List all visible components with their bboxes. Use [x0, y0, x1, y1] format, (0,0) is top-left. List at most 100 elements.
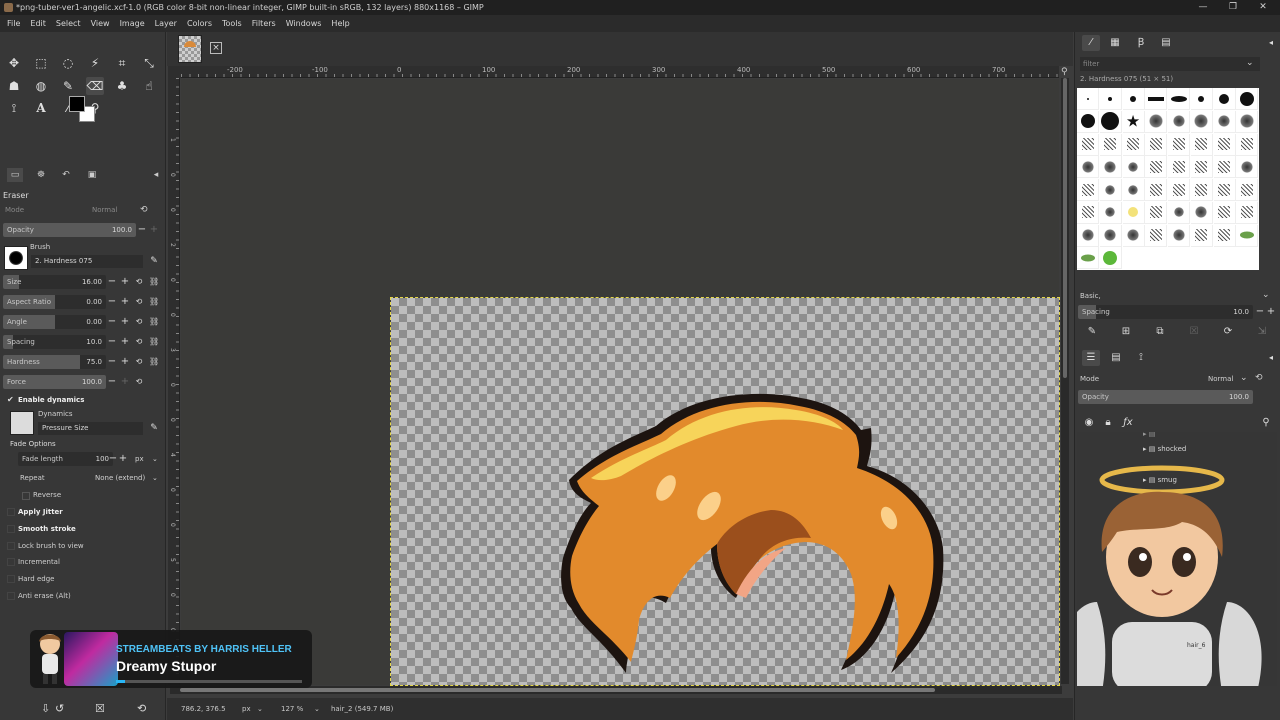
vertical-scrollbar[interactable]	[1061, 78, 1069, 684]
brush-swatch[interactable]	[1122, 133, 1145, 156]
channels-tab-icon[interactable]: ▤	[1107, 350, 1125, 366]
brush-swatch[interactable]	[1077, 201, 1099, 224]
brush-swatch[interactable]	[1099, 201, 1122, 224]
brush-name-field[interactable]: 2. Hardness 075	[31, 255, 143, 268]
brush-swatch[interactable]	[1122, 201, 1145, 224]
brush-swatch[interactable]	[1190, 156, 1213, 179]
size-reset-icon[interactable]: ⟲	[134, 275, 144, 289]
layer-row[interactable]: ▸ ▤ smug	[1143, 476, 1177, 484]
hardness-reset-icon[interactable]: ⟲	[134, 355, 144, 369]
image-tab-thumbnail[interactable]	[178, 35, 202, 63]
chevron-down-icon[interactable]: ⌄	[314, 698, 320, 720]
brush-swatch[interactable]	[1190, 224, 1213, 247]
aspect-increase-icon[interactable]: +	[120, 295, 130, 309]
brush-swatch[interactable]	[1145, 110, 1168, 133]
brush-swatch[interactable]	[1077, 133, 1099, 156]
brush-swatch[interactable]	[1122, 224, 1145, 247]
maximize-button[interactable]: ❐	[1218, 0, 1248, 15]
anti-erase-checkbox[interactable]	[7, 592, 15, 600]
smudge-icon[interactable]: ☝	[140, 77, 158, 95]
fade-decrease-icon[interactable]: −	[108, 452, 118, 466]
brush-swatch[interactable]	[1190, 110, 1213, 133]
brush-swatch[interactable]	[1190, 133, 1213, 156]
open-editor-icon[interactable]: ⇲	[1253, 324, 1271, 340]
dynamics-preview-icon[interactable]	[10, 411, 34, 435]
menu-tools[interactable]: Tools	[217, 15, 247, 32]
mode-select[interactable]: Normal	[92, 206, 117, 214]
increase-icon[interactable]: +	[149, 223, 159, 237]
patterns-tab-icon[interactable]: ▦	[1106, 35, 1124, 51]
smooth-stroke-checkbox[interactable]	[7, 525, 15, 533]
reverse-checkbox[interactable]	[22, 492, 30, 500]
brush-swatch[interactable]	[1168, 179, 1190, 201]
brush-swatch[interactable]	[1122, 88, 1145, 110]
brush-swatch[interactable]	[1190, 88, 1213, 110]
menu-view[interactable]: View	[86, 15, 115, 32]
force-decrease-icon[interactable]: −	[107, 375, 117, 389]
aspect-decrease-icon[interactable]: −	[107, 295, 117, 309]
crop-icon[interactable]: ⌗	[113, 54, 131, 72]
brush-swatch[interactable]	[1122, 156, 1145, 179]
hard-edge-checkbox[interactable]	[7, 575, 15, 583]
size-increase-icon[interactable]: +	[120, 275, 130, 289]
aspect-link-icon[interactable]: ⛓	[149, 295, 159, 309]
brush-swatch[interactable]	[1168, 88, 1190, 110]
edit-brush-icon[interactable]: ✎	[149, 254, 159, 268]
layer-mode-select[interactable]: Normal	[1208, 375, 1233, 383]
fx-icon[interactable]: ƒx	[1119, 415, 1137, 431]
chevron-down-icon[interactable]: ⌄	[257, 698, 263, 720]
brush-swatch[interactable]	[1213, 201, 1236, 224]
aspect-ratio-slider[interactable]: Aspect Ratio 0.00	[3, 295, 106, 309]
fade-increase-icon[interactable]: +	[118, 452, 128, 466]
angle-reset-icon[interactable]: ⟲	[134, 315, 144, 329]
increase-icon[interactable]: +	[1266, 305, 1276, 319]
hardness-slider[interactable]: Hardness 75.0	[3, 355, 106, 369]
brush-grid[interactable]: ★	[1077, 88, 1259, 270]
menu-filters[interactable]: Filters	[247, 15, 281, 32]
new-brush-icon[interactable]: ⊞	[1117, 324, 1135, 340]
undo-history-tab-icon[interactable]: ↶	[58, 168, 74, 182]
enable-dynamics-checkbox[interactable]: ✔	[7, 396, 15, 404]
angle-slider[interactable]: Angle 0.00	[3, 315, 106, 329]
brush-swatch[interactable]	[1145, 224, 1168, 247]
fade-unit-select[interactable]: px	[135, 455, 144, 463]
dock-menu-icon[interactable]: ◂	[1262, 35, 1280, 51]
lock-brush-checkbox[interactable]	[7, 542, 15, 550]
brush-swatch[interactable]	[1168, 224, 1190, 247]
warp-icon[interactable]: ☗	[5, 77, 23, 95]
foreground-color-swatch[interactable]	[69, 96, 85, 112]
brush-swatch[interactable]	[1077, 156, 1099, 179]
text-tool-icon[interactable]: A	[32, 99, 50, 117]
angle-decrease-icon[interactable]: −	[107, 315, 117, 329]
move-tool-icon[interactable]: ✥	[5, 54, 23, 72]
brush-swatch[interactable]	[1099, 247, 1122, 270]
brush-swatch[interactable]	[1236, 110, 1259, 133]
canvas-layer[interactable]	[390, 297, 1060, 686]
brush-swatch[interactable]	[1077, 247, 1099, 270]
brush-swatch[interactable]	[1168, 110, 1190, 133]
brush-swatch[interactable]	[1236, 224, 1259, 247]
brush-swatch[interactable]	[1236, 179, 1259, 201]
force-increase-icon[interactable]: +	[120, 375, 130, 389]
brushes-tab-icon[interactable]: ⁄	[1082, 35, 1100, 51]
brush-swatch[interactable]	[1099, 224, 1122, 247]
lasso-icon[interactable]: ◌	[59, 54, 77, 72]
chevron-down-icon[interactable]: ⌄	[152, 474, 158, 482]
menu-layer[interactable]: Layer	[150, 15, 182, 32]
mode-reset-icon[interactable]: ⟲	[1255, 373, 1263, 383]
hardness-decrease-icon[interactable]: −	[107, 355, 117, 369]
brush-swatch[interactable]	[1213, 224, 1236, 247]
close-icon[interactable]: ×	[210, 42, 222, 54]
force-slider[interactable]: Force 100.0	[3, 375, 106, 389]
tool-options-tab-icon[interactable]: ▭	[7, 168, 23, 182]
menu-edit[interactable]: Edit	[25, 15, 51, 32]
transform-icon[interactable]: ⤡	[140, 54, 158, 72]
chevron-down-icon[interactable]: ⌄	[152, 455, 158, 463]
brush-swatch[interactable]	[1145, 133, 1168, 156]
fade-options-header[interactable]: Fade Options	[10, 440, 56, 448]
menu-colors[interactable]: Colors	[182, 15, 217, 32]
mode-reset-icon[interactable]: ⟲	[140, 205, 148, 215]
chevron-down-icon[interactable]: ⌄	[1262, 290, 1270, 300]
decrease-icon[interactable]: −	[137, 223, 147, 237]
close-button[interactable]: ✕	[1248, 0, 1278, 15]
